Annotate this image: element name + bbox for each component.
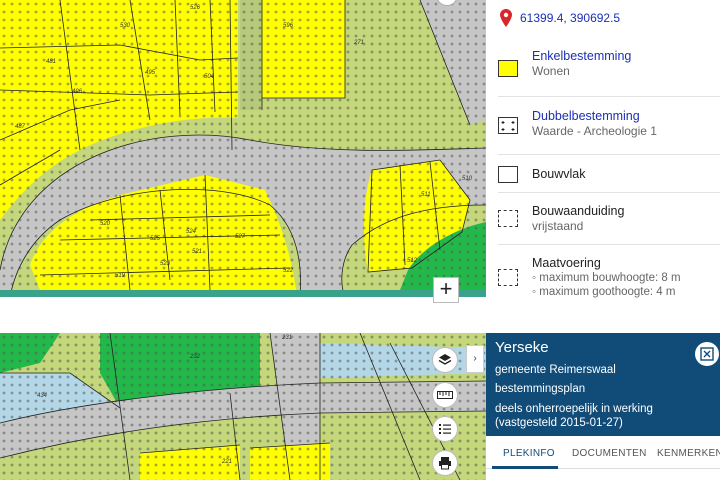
- parcel-number: 510: [462, 176, 473, 182]
- parcel-number: 221: [221, 459, 232, 465]
- legend-item-subtitle: Wonen: [532, 64, 570, 78]
- legend-item-subtitle: Waarde - Archeologie 1: [532, 124, 657, 138]
- legend-bullet-text: maximum bouwhoogte: 8 m: [539, 272, 681, 284]
- legend-panel: 61399.4, 390692.5 Enkelbestemming Wonen …: [486, 0, 720, 310]
- plan-title: Yerseke: [495, 339, 549, 356]
- parcel-number: 525: [150, 236, 161, 242]
- active-tab-indicator: [492, 466, 558, 469]
- panel-collapse-button[interactable]: ›: [466, 345, 484, 373]
- legend-item-title: Bouwvlak: [532, 167, 586, 181]
- parcel-number: 530: [120, 23, 131, 29]
- app-root: 530 526 596 271 481 495 504 496 487 520 …: [0, 0, 720, 480]
- parcel-number: 512: [407, 258, 418, 264]
- legend-item-bouwaanduiding: Bouwaanduiding vrijstaand: [498, 192, 720, 244]
- parcel-number: 521: [192, 249, 202, 255]
- parcel-number: 523: [160, 261, 171, 267]
- parcel-number: 527: [235, 234, 246, 240]
- legend-button[interactable]: [432, 416, 458, 442]
- tab-plekinfo[interactable]: PLEKINFO: [503, 448, 555, 459]
- map-pin-icon: [500, 9, 512, 27]
- parcel-number: 434: [37, 393, 48, 399]
- tab-kenmerken[interactable]: KENMERKEN: [657, 448, 720, 459]
- legend-item-subtitle: vrijstaand: [532, 219, 584, 233]
- layers-icon: [438, 354, 452, 365]
- plan-status: deels onherroepelijk in werking (vastges…: [495, 403, 653, 429]
- coordinates-text[interactable]: 61399.4, 390692.5: [520, 11, 620, 25]
- close-button[interactable]: [695, 342, 719, 366]
- plan-type: bestemmingsplan: [495, 383, 586, 395]
- parcel-number: 481: [46, 59, 56, 65]
- coordinate-row: 61399.4, 390692.5: [500, 6, 620, 30]
- map-view-top[interactable]: 530 526 596 271 481 495 504 496 487 520 …: [0, 0, 486, 297]
- outline-swatch-icon: [498, 166, 518, 183]
- legend-item-bouwvlak: Bouwvlak: [498, 154, 720, 192]
- dotted-cross-swatch-icon: [498, 117, 518, 134]
- legend-item-title: Bouwaanduiding: [532, 204, 625, 218]
- parcel-number: 526: [190, 5, 201, 11]
- zoom-in-button[interactable]: +: [433, 277, 459, 303]
- zoning-map-top: 530 526 596 271 481 495 504 496 487 520 …: [0, 0, 486, 297]
- close-grid-icon: [700, 347, 714, 361]
- legend-list-icon: [439, 424, 451, 434]
- parcel-number: 271: [353, 40, 364, 46]
- parcel-number: 495: [145, 70, 156, 76]
- parcel-number: 520: [100, 221, 111, 227]
- yellow-swatch-icon: [498, 60, 518, 77]
- parcel-number: 511: [421, 192, 431, 198]
- zoning-map-bottom: 232 231 434 221: [0, 333, 486, 480]
- print-icon: [439, 457, 451, 470]
- legend-bullet-text: maximum goothoogte: 4 m: [539, 286, 676, 298]
- layers-button[interactable]: [432, 347, 458, 373]
- parcel-number: 232: [189, 354, 201, 360]
- legend-item-title: Maatvoering: [532, 256, 601, 270]
- dashed-swatch-icon: [498, 210, 518, 227]
- parcel-number: 231: [281, 335, 292, 341]
- legend-bullet: ◦ maximum goothoogte: 4 m: [532, 286, 676, 298]
- legend-item-dubbelbestemming: Dubbelbestemming Waarde - Archeologie 1: [498, 96, 720, 154]
- parcel-number: 496: [72, 89, 83, 95]
- measure-button[interactable]: [432, 382, 458, 408]
- parcel-number: 522: [283, 268, 294, 274]
- parcel-number: 487: [15, 124, 26, 130]
- plan-info-panel: Yerseke gemeente Reimerswaal bestemmings…: [486, 333, 720, 480]
- dashed-swatch-icon: [498, 269, 518, 286]
- print-button[interactable]: [432, 450, 458, 476]
- plan-info-header: Yerseke gemeente Reimerswaal bestemmings…: [486, 333, 720, 436]
- map-accent-bar: [0, 290, 486, 297]
- plan-municipality: gemeente Reimerswaal: [495, 364, 616, 376]
- parcel-number: 596: [283, 23, 294, 29]
- tab-documenten[interactable]: DOCUMENTEN: [572, 448, 647, 459]
- legend-item-title[interactable]: Enkelbestemming: [532, 49, 631, 64]
- legend-item-maatvoering: Maatvoering ◦ maximum bouwhoogte: 8 m ◦ …: [498, 244, 720, 304]
- legend-item-enkelbestemming: Enkelbestemming Wonen: [498, 38, 720, 96]
- legend-bullet: ◦ maximum bouwhoogte: 8 m: [532, 272, 681, 284]
- map-view-bottom[interactable]: 232 231 434 221: [0, 333, 486, 480]
- ruler-icon: [437, 391, 453, 399]
- legend-item-title[interactable]: Dubbelbestemming: [532, 109, 657, 124]
- parcel-number: 519: [115, 273, 126, 279]
- parcel-number: 524: [186, 229, 197, 235]
- plan-tabs: PLEKINFO DOCUMENTEN KENMERKEN: [486, 436, 720, 469]
- parcel-number: 504: [204, 74, 215, 80]
